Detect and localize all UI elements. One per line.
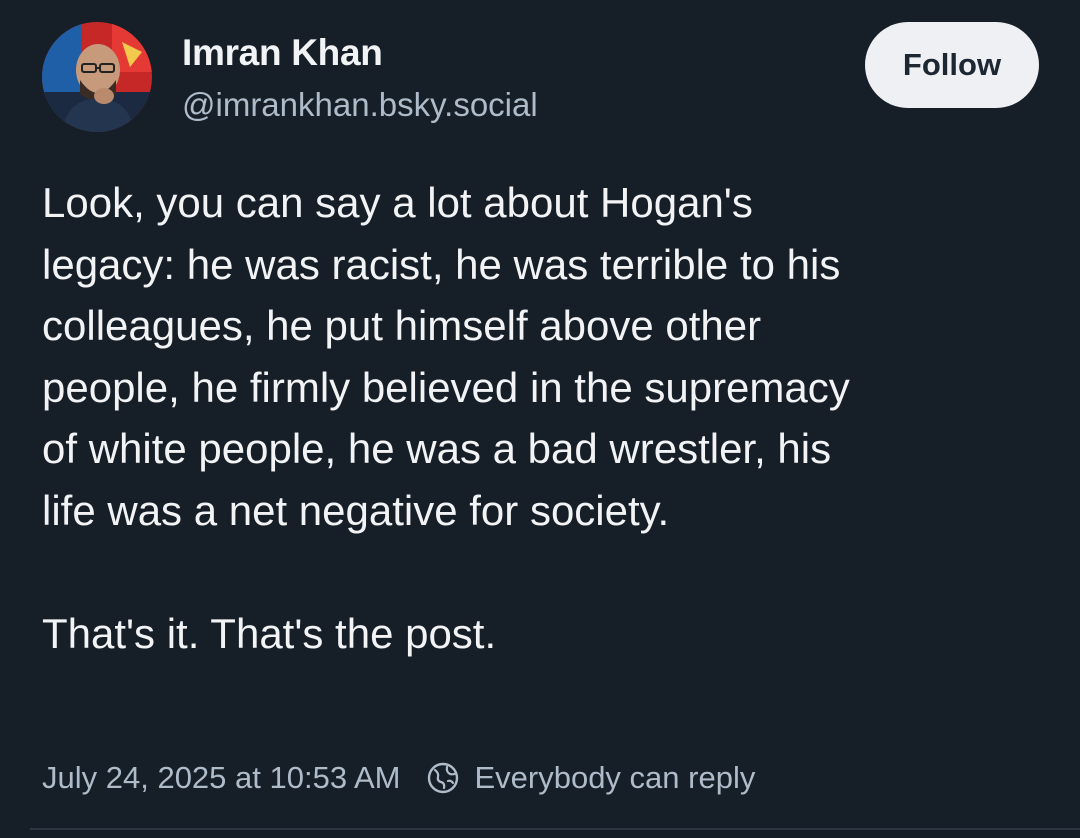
author-handle[interactable]: @imrankhan.bsky.social xyxy=(182,86,538,124)
post-text-line: life was a net negative for society. xyxy=(42,486,670,534)
author-display-name[interactable]: Imran Khan xyxy=(182,32,383,74)
avatar[interactable] xyxy=(42,22,152,132)
post-text: Look, you can say a lot about Hogan's le… xyxy=(42,172,1052,664)
avatar-image xyxy=(42,22,152,132)
follow-button[interactable]: Follow xyxy=(865,22,1039,108)
post-text-line: colleagues, he put himself above other xyxy=(42,302,762,349)
post-text-line: Look, you can say a lot about Hogan's xyxy=(42,179,753,226)
post-text-line: people, he firmly believed in the suprem… xyxy=(42,363,850,411)
post-card: Imran Khan @imrankhan.bsky.social Follow… xyxy=(0,0,1080,838)
post-text-line: of white people, he was a bad wrestler, … xyxy=(42,425,832,472)
reply-setting[interactable]: Everybody can reply xyxy=(426,760,755,796)
divider xyxy=(30,828,1080,830)
post-timestamp[interactable]: July 24, 2025 at 10:53 AM xyxy=(42,760,400,796)
post-text-closing: That's it. That's the post. xyxy=(42,609,497,657)
globe-icon xyxy=(426,761,460,795)
reply-setting-label: Everybody can reply xyxy=(474,760,756,795)
post-footer: July 24, 2025 at 10:53 AM Everybody can … xyxy=(42,756,755,800)
post-text-line: legacy: he was racist, he was terrible t… xyxy=(42,240,841,288)
